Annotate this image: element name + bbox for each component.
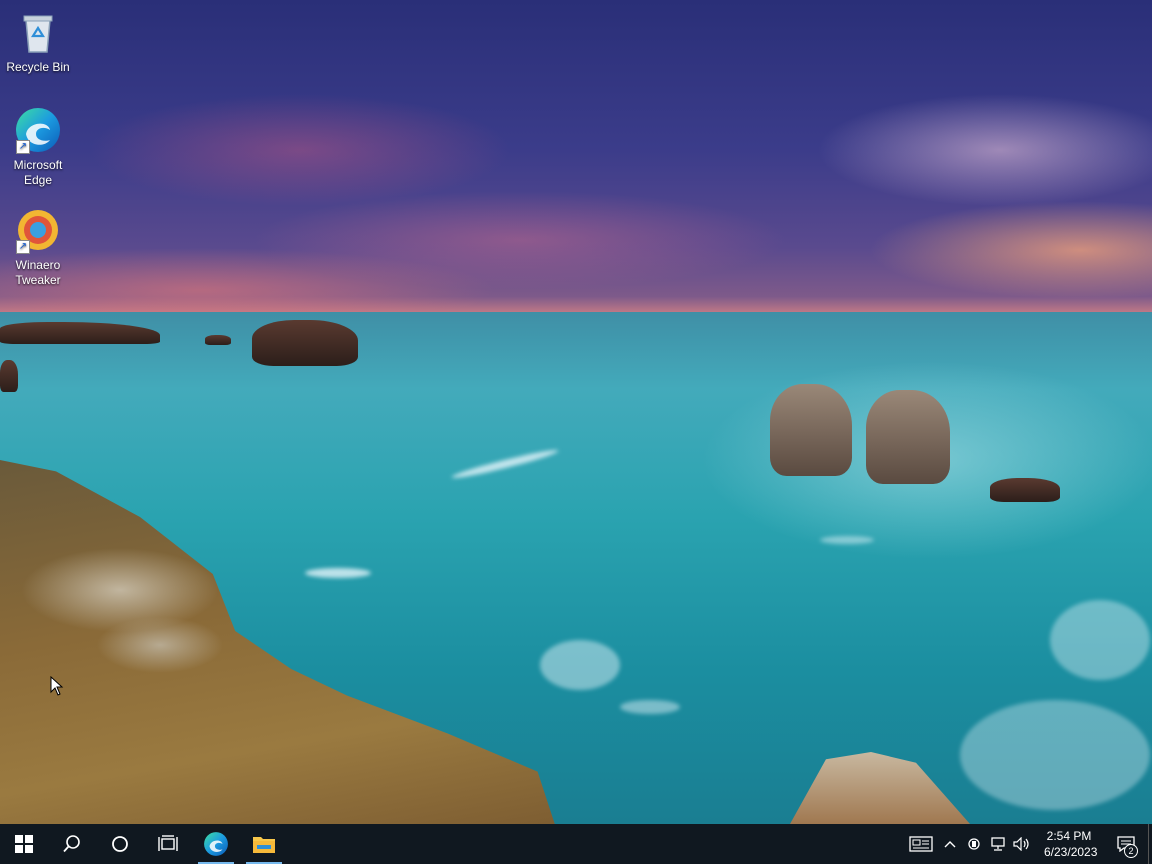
network-icon bbox=[991, 837, 1005, 851]
desktop-icon-winaero-tweaker[interactable]: ↗ Winaero Tweaker bbox=[0, 206, 76, 288]
wallpaper-rock bbox=[205, 335, 231, 345]
taskbar: 2:54 PM 6/23/2023 2 bbox=[0, 824, 1152, 864]
start-button[interactable] bbox=[0, 824, 48, 864]
edge-icon bbox=[204, 832, 228, 856]
volume-icon bbox=[1013, 837, 1029, 851]
desktop-icon-recycle-bin[interactable]: Recycle Bin bbox=[0, 8, 76, 75]
taskbar-app-edge[interactable] bbox=[192, 824, 240, 864]
desktop-icon-microsoft-edge[interactable]: ↗ Microsoft Edge bbox=[0, 106, 76, 188]
file-explorer-icon bbox=[253, 837, 275, 853]
taskbar-clock[interactable]: 2:54 PM 6/23/2023 bbox=[1034, 828, 1104, 860]
desktop-icon-label: Winaero Tweaker bbox=[15, 258, 61, 287]
clock-date: 6/23/2023 bbox=[1044, 845, 1098, 859]
show-hidden-icons-button[interactable] bbox=[938, 824, 962, 864]
show-desktop-button[interactable] bbox=[1148, 824, 1152, 864]
wallpaper-rock bbox=[0, 360, 18, 392]
winaero-tweaker-icon: ↗ bbox=[14, 206, 62, 254]
search-icon bbox=[63, 835, 80, 853]
action-center-button[interactable]: 2 bbox=[1104, 824, 1148, 864]
task-view-icon bbox=[158, 835, 178, 851]
desktop-icon-label: Recycle Bin bbox=[6, 60, 70, 74]
notification-count-badge: 2 bbox=[1124, 844, 1138, 858]
mouse-cursor-icon bbox=[50, 675, 64, 701]
wallpaper-rock bbox=[252, 320, 358, 366]
desktop-icon-label: Microsoft Edge bbox=[13, 158, 63, 187]
windows-start-icon bbox=[15, 835, 33, 853]
shortcut-arrow-icon: ↗ bbox=[16, 140, 30, 154]
search-button[interactable] bbox=[48, 824, 96, 864]
volume-button[interactable] bbox=[1010, 824, 1034, 864]
edge-icon: ↗ bbox=[14, 106, 62, 154]
cortana-icon bbox=[112, 836, 128, 852]
desktop-wallpaper bbox=[0, 0, 1152, 824]
cortana-button[interactable] bbox=[96, 824, 144, 864]
taskbar-app-file-explorer[interactable] bbox=[240, 824, 288, 864]
meet-now-icon bbox=[968, 838, 980, 850]
chevron-up-icon bbox=[944, 841, 956, 848]
system-tray: 2:54 PM 6/23/2023 2 bbox=[904, 824, 1152, 864]
network-button[interactable] bbox=[986, 824, 1010, 864]
news-widget-icon bbox=[909, 836, 933, 852]
shortcut-arrow-icon: ↗ bbox=[16, 240, 30, 254]
wallpaper-rock bbox=[866, 390, 950, 484]
clock-time: 2:54 PM bbox=[1046, 829, 1092, 843]
wallpaper-rock bbox=[770, 384, 852, 476]
task-view-button[interactable] bbox=[144, 824, 192, 864]
wallpaper-rock bbox=[990, 478, 1060, 502]
recycle-bin-icon bbox=[14, 8, 62, 56]
meet-now-button[interactable] bbox=[962, 824, 986, 864]
news-widget-button[interactable] bbox=[904, 824, 938, 864]
